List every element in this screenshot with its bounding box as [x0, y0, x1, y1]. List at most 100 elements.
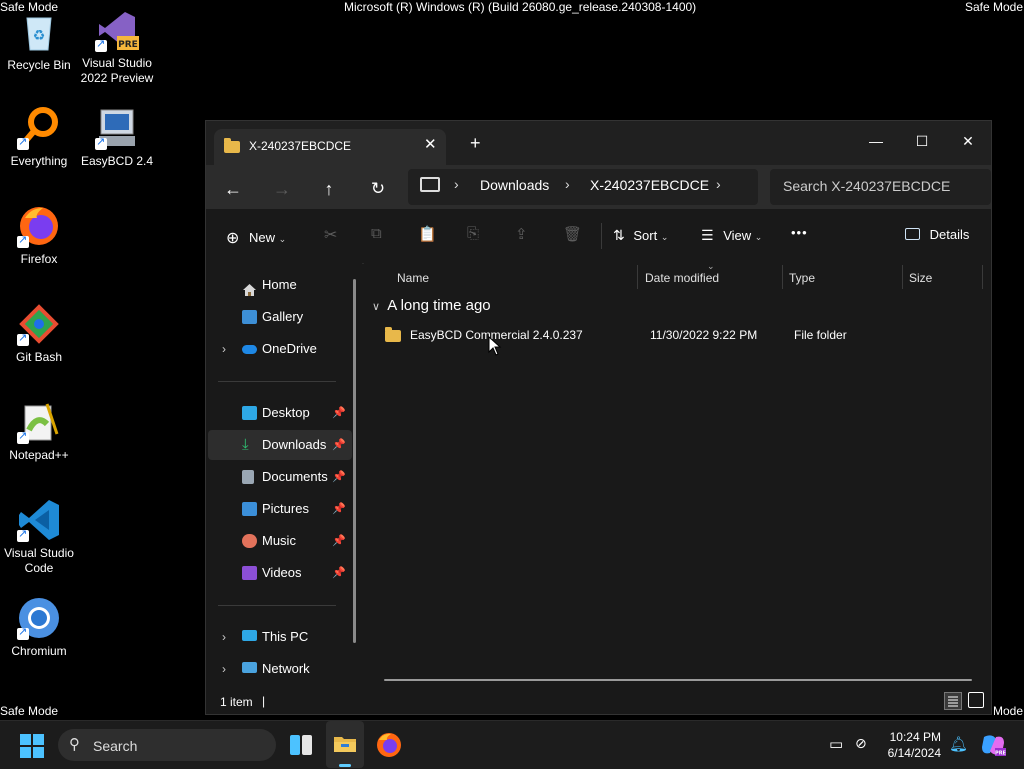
table-row[interactable]: EasyBCD Commercial 2.4.0.237 11/30/2022 … — [376, 324, 976, 346]
copy-icon[interactable]: ⧉ — [371, 225, 382, 242]
pin-icon[interactable]: 📌 — [332, 430, 346, 460]
taskbar-search-box[interactable]: ⚲ Search — [58, 729, 276, 761]
mouse-cursor-icon — [488, 336, 502, 356]
share-icon[interactable]: ⇪ — [515, 225, 528, 243]
column-header-type[interactable]: Type — [789, 267, 815, 289]
paste-icon[interactable]: 📋 — [418, 225, 437, 243]
pin-icon[interactable]: 📌 — [332, 558, 346, 588]
sidebar-item-label: Network — [262, 661, 310, 676]
pin-icon[interactable]: 📌 — [332, 526, 346, 556]
sort-button[interactable]: ⇅ Sort ⌄ — [613, 227, 668, 244]
copilot-pre-badge: PRE — [995, 751, 1006, 757]
column-header-size[interactable]: Size — [909, 267, 932, 289]
column-divider[interactable] — [902, 265, 903, 289]
clock-time[interactable]: 10:24 PM — [886, 730, 941, 744]
display-tray-icon[interactable]: ▭ — [829, 735, 843, 753]
breadcrumb-chevron-icon[interactable]: › — [454, 176, 459, 192]
desktop-icon-vscode[interactable]: Visual Studio Code — [0, 498, 84, 576]
sidebar-item-downloads[interactable]: ⤓ Downloads 📌 — [208, 430, 352, 460]
horizontal-scrollbar[interactable] — [384, 679, 972, 681]
downloads-folder-icon: ⤓ — [242, 436, 249, 453]
breadcrumb-chevron-icon[interactable]: › — [565, 176, 570, 192]
minimize-icon[interactable]: — — [854, 127, 898, 155]
details-pane-button[interactable]: Details — [905, 227, 969, 242]
taskbar: ⚲ Search ▭ ⊘ 10:24 PM 6/14/2024 🔔︎ PRE — [0, 720, 1024, 769]
taskbar-file-explorer-button[interactable] — [326, 721, 364, 768]
address-bar[interactable]: › Downloads › X-240237EBCDCE › — [408, 169, 758, 205]
back-arrow-icon[interactable]: ← — [219, 175, 247, 203]
breadcrumb-current-folder[interactable]: X-240237EBCDCE — [590, 177, 709, 193]
up-arrow-icon[interactable]: ↑ — [315, 175, 343, 203]
desktop-icon-git-bash[interactable]: Git Bash — [0, 302, 84, 365]
start-windows-icon[interactable] — [20, 734, 44, 758]
copilot-icon[interactable]: PRE — [980, 733, 1006, 757]
sidebar-item-videos[interactable]: Videos 📌 — [208, 558, 352, 588]
tab-close-icon[interactable]: ✕ — [424, 135, 437, 153]
desktop-icon-notepadpp[interactable]: Notepad++ — [0, 400, 84, 463]
group-header[interactable]: ∨ A long time ago — [372, 297, 491, 314]
new-button[interactable]: ⊕ New ⌄ — [226, 227, 286, 247]
pin-icon[interactable]: 📌 — [332, 494, 346, 524]
search-input[interactable]: Search X-240237EBCDCE — [783, 178, 950, 194]
chevron-down-icon: ⌄ — [754, 232, 763, 242]
sidebar-item-music[interactable]: Music 📌 — [208, 526, 352, 556]
file-explorer-window: X-240237EBCDCE ✕ + — ☐ ✕ ← → ↑ ↻ › Downl… — [205, 120, 992, 715]
pin-icon[interactable]: 📌 — [332, 462, 346, 492]
column-divider[interactable] — [782, 265, 783, 289]
shortcut-arrow-icon — [95, 37, 107, 52]
column-divider[interactable] — [637, 265, 638, 289]
refresh-icon[interactable]: ↻ — [364, 175, 392, 203]
notification-bell-icon[interactable]: 🔔︎ — [949, 735, 968, 753]
sidebar-item-label: OneDrive — [262, 341, 317, 356]
taskbar-firefox-icon[interactable] — [376, 732, 402, 758]
rename-icon[interactable]: ⎘ — [467, 225, 479, 242]
sidebar-item-pictures[interactable]: Pictures 📌 — [208, 494, 352, 524]
sidebar-item-this-pc[interactable]: › This PC — [208, 622, 352, 652]
desktop-icon-visual-studio[interactable]: PRE Visual Studio 2022 Preview — [72, 8, 162, 86]
sidebar-scrollbar[interactable] — [353, 279, 356, 643]
delete-icon[interactable]: 🗑 — [563, 225, 582, 243]
details-view-icon[interactable] — [944, 692, 962, 710]
cut-icon[interactable]: ✂ — [324, 225, 337, 245]
desktop-icon-firefox[interactable]: Firefox — [0, 204, 84, 267]
desktop-icon-chromium[interactable]: Chromium — [0, 596, 84, 659]
new-tab-plus-icon[interactable]: + — [470, 133, 481, 154]
view-button[interactable]: ☰ View ⌄ — [701, 227, 762, 244]
widgets-icon[interactable] — [289, 733, 313, 757]
details-pane-icon — [905, 228, 920, 240]
sidebar-item-desktop[interactable]: Desktop 📌 — [208, 398, 352, 428]
more-options-icon[interactable]: ••• — [791, 225, 808, 240]
search-box[interactable]: Search X-240237EBCDCE — [770, 169, 991, 205]
expand-chevron-icon[interactable]: › — [222, 622, 226, 652]
maximize-icon[interactable]: ☐ — [900, 127, 944, 155]
view-list-icon: ☰ — [701, 227, 714, 243]
expand-chevron-icon[interactable]: › — [222, 334, 226, 364]
chevron-down-icon: ⌄ — [660, 232, 669, 242]
large-icons-view-icon[interactable] — [968, 692, 984, 708]
breadcrumb-chevron-icon[interactable]: › — [716, 176, 721, 192]
network-icon — [242, 662, 257, 673]
sidebar-item-home[interactable]: Home — [208, 270, 352, 300]
desktop-icon-easybcd[interactable]: EasyBCD 2.4 — [72, 106, 162, 169]
sidebar-item-label: Documents — [262, 469, 328, 484]
network-tray-icon[interactable]: ⊘ — [855, 735, 867, 752]
column-header-name[interactable]: Name — [397, 267, 429, 289]
sidebar-item-network[interactable]: › Network — [208, 654, 352, 684]
close-window-icon[interactable]: ✕ — [946, 127, 990, 155]
explorer-tab[interactable]: X-240237EBCDCE ✕ — [214, 129, 446, 165]
sidebar-item-documents[interactable]: Documents 📌 — [208, 462, 352, 492]
sidebar-item-gallery[interactable]: Gallery — [208, 302, 352, 332]
clock-date[interactable]: 6/14/2024 — [884, 746, 941, 760]
expand-chevron-icon[interactable]: › — [222, 654, 226, 684]
everything-search-icon — [17, 106, 61, 150]
file-list: Name Date modified ⌄ Type Size ∨ A long … — [364, 261, 991, 688]
column-divider[interactable] — [982, 265, 983, 289]
safe-mode-label-top-right: Safe Mode — [964, 0, 1023, 14]
pre-badge: PRE — [118, 40, 138, 50]
collapse-chevron-icon[interactable]: ∨ — [372, 301, 380, 313]
pin-icon[interactable]: 📌 — [332, 398, 346, 428]
forward-arrow-icon[interactable]: → — [268, 175, 296, 203]
desktop-icon-label: EasyBCD 2.4 — [80, 154, 154, 168]
breadcrumb-downloads[interactable]: Downloads — [480, 177, 549, 193]
sidebar-item-onedrive[interactable]: › OneDrive — [208, 334, 352, 364]
